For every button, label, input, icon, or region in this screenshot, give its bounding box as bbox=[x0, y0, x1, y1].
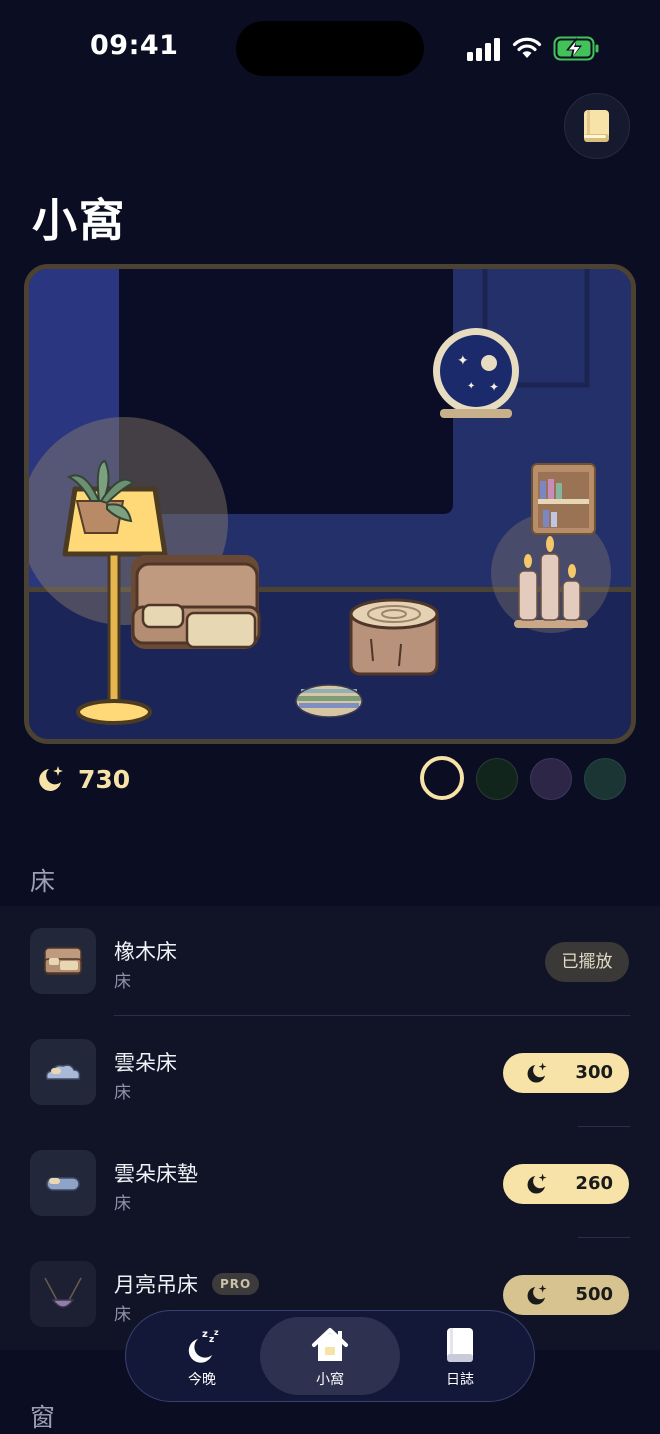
moon-sparkle-icon bbox=[527, 1062, 547, 1083]
svg-text:✦: ✦ bbox=[489, 380, 499, 394]
svg-text:z: z bbox=[214, 1328, 219, 1337]
list-item[interactable]: 雲朵床 床 300 bbox=[0, 1017, 660, 1127]
cloud-bed-thumbnail bbox=[30, 1039, 96, 1105]
status-time: 09:41 bbox=[90, 30, 179, 61]
wifi-icon bbox=[512, 37, 542, 58]
theme-selector bbox=[420, 756, 630, 802]
theme-swatch-violet[interactable] bbox=[530, 758, 572, 800]
cloud-mattress-thumbnail bbox=[30, 1150, 96, 1216]
tab-label: 今晚 bbox=[188, 1372, 216, 1388]
section-label-window: 窗 bbox=[30, 1403, 56, 1432]
tab-label: 小窩 bbox=[316, 1372, 344, 1388]
divider bbox=[114, 1015, 630, 1016]
item-name: 雲朵床墊 bbox=[114, 1162, 198, 1186]
price-value: 260 bbox=[575, 1173, 613, 1194]
theme-swatch-forest[interactable] bbox=[476, 758, 518, 800]
house-icon bbox=[312, 1328, 348, 1361]
divider bbox=[578, 1126, 630, 1127]
page-title: 小窩 bbox=[32, 194, 127, 247]
buy-button[interactable]: 300 bbox=[503, 1053, 629, 1093]
svg-text:✦: ✦ bbox=[457, 353, 469, 369]
tab-tonight[interactable]: z z z 今晚 bbox=[132, 1317, 272, 1395]
list-item[interactable]: 橡木床 床 已擺放 bbox=[0, 906, 660, 1016]
divider bbox=[578, 1237, 630, 1238]
buy-button[interactable]: 260 bbox=[503, 1164, 629, 1204]
status-bar: 09:41 bbox=[0, 0, 660, 96]
oak-bed-thumbnail bbox=[30, 928, 96, 994]
journal-button[interactable] bbox=[564, 93, 630, 159]
svg-text:✦: ✦ bbox=[467, 381, 475, 392]
moon-balance: 730 bbox=[36, 762, 130, 796]
tab-home[interactable]: 小窩 bbox=[260, 1317, 400, 1395]
item-name: 雲朵床 bbox=[114, 1051, 177, 1075]
item-category: 床 bbox=[114, 1305, 131, 1325]
moon-sparkle-icon bbox=[39, 766, 63, 791]
tab-bar: z z z 今晚 小窩 日誌 bbox=[125, 1310, 535, 1402]
price-value: 300 bbox=[575, 1062, 613, 1083]
moon-sparkle-icon bbox=[527, 1173, 547, 1194]
item-category: 床 bbox=[114, 972, 131, 992]
moon-sparkle-icon bbox=[527, 1284, 547, 1305]
theme-swatch-teal[interactable] bbox=[584, 758, 626, 800]
item-list: 橡木床 床 已擺放 雲朵床 床 300 雲朵床墊 床 260 月亮吊床 PRO … bbox=[0, 906, 660, 1350]
moon-hammock-thumbnail bbox=[30, 1261, 96, 1327]
battery-charging-icon bbox=[553, 36, 599, 61]
tab-journal[interactable]: 日誌 bbox=[390, 1317, 530, 1395]
journal-icon bbox=[447, 1328, 473, 1362]
tab-label: 日誌 bbox=[446, 1372, 474, 1388]
dynamic-island bbox=[236, 21, 424, 76]
moon-balance-value: 730 bbox=[78, 764, 131, 794]
placed-button[interactable]: 已擺放 bbox=[545, 942, 629, 982]
bookshelf-decor bbox=[531, 463, 596, 535]
book-icon bbox=[584, 110, 609, 142]
list-item[interactable]: 雲朵床墊 床 260 bbox=[0, 1128, 660, 1238]
oak-bed-decor bbox=[131, 555, 261, 649]
moon-sleep-icon: z z z bbox=[188, 1328, 219, 1363]
section-label-bed: 床 bbox=[30, 867, 56, 896]
svg-text:z: z bbox=[202, 1329, 208, 1340]
pro-badge: PRO bbox=[212, 1273, 260, 1295]
cellular-signal-icon bbox=[467, 37, 503, 61]
item-name: 橡木床 bbox=[114, 940, 177, 964]
item-name: 月亮吊床 bbox=[114, 1273, 198, 1297]
price-value: 500 bbox=[575, 1284, 613, 1305]
theme-swatch-night[interactable] bbox=[420, 756, 464, 800]
stump-table-decor bbox=[349, 598, 439, 676]
item-category: 床 bbox=[114, 1194, 131, 1214]
buy-button[interactable]: 500 bbox=[503, 1275, 629, 1315]
striped-cushion-decor bbox=[295, 684, 363, 718]
item-category: 床 bbox=[114, 1083, 131, 1103]
room-scene[interactable]: ✦ ✦ ✦ bbox=[24, 264, 636, 744]
